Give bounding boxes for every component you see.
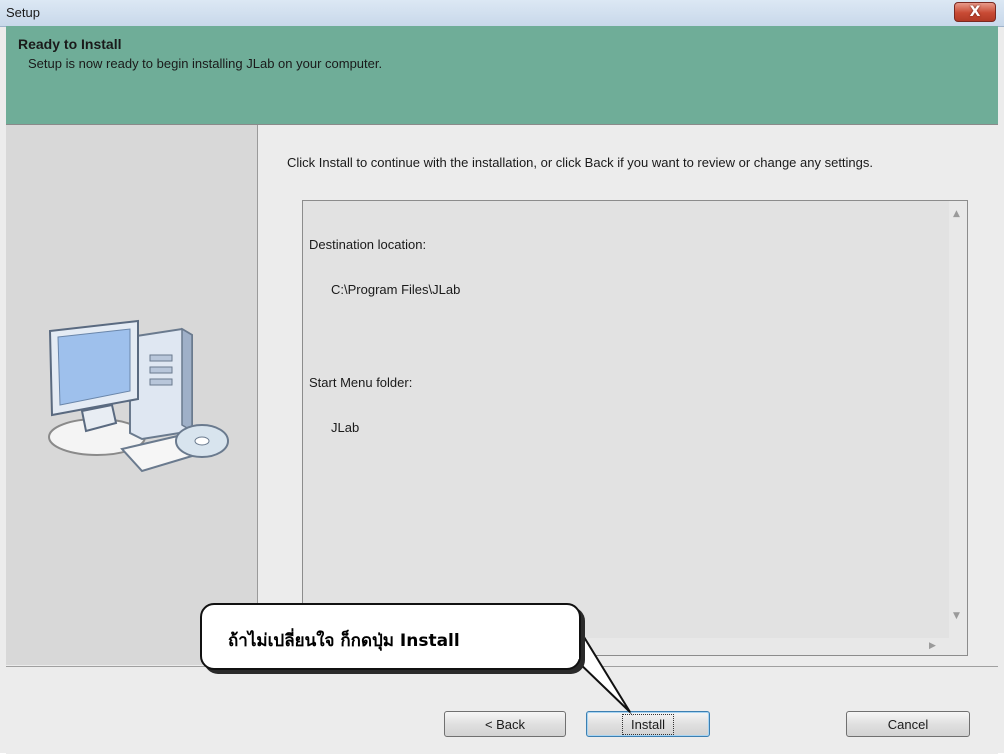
callout-text: ถ้าไม่เปลี่ยนใจ ก็กดปุ่ม Install xyxy=(228,631,460,651)
back-button[interactable]: < Back xyxy=(444,711,566,737)
callout-annotation: ถ้าไม่เปลี่ยนใจ ก็กดปุ่ม Install xyxy=(200,603,581,670)
start-menu-value: JLab xyxy=(331,420,360,435)
vertical-scrollbar[interactable]: ▲ ▼ xyxy=(949,201,967,639)
scroll-up-arrow-icon[interactable]: ▲ xyxy=(953,209,960,219)
scroll-down-arrow-icon[interactable]: ▼ xyxy=(953,611,960,621)
window-title: Setup xyxy=(6,5,40,20)
summary-content: Destination location: C:\Program Files\J… xyxy=(309,207,460,465)
button-bar: < Back Install Cancel xyxy=(6,666,998,754)
title-bar[interactable]: Setup X xyxy=(0,0,1004,27)
back-button-label: < Back xyxy=(484,716,526,732)
cancel-button[interactable]: Cancel xyxy=(846,711,970,737)
close-button[interactable]: X xyxy=(954,2,996,22)
destination-value: C:\Program Files\JLab xyxy=(331,282,461,297)
start-menu-label: Start Menu folder: xyxy=(309,375,413,390)
install-button[interactable]: Install xyxy=(586,711,710,737)
scroll-right-arrow-icon[interactable]: ▶ xyxy=(929,641,936,651)
setup-window: Setup X Ready to Install Setup is now re… xyxy=(0,0,1004,754)
wizard-side-panel xyxy=(6,125,258,665)
cancel-button-label: Cancel xyxy=(887,716,929,732)
summary-memo[interactable]: Destination location: C:\Program Files\J… xyxy=(302,200,968,656)
instruction-text: Click Install to continue with the insta… xyxy=(287,155,874,170)
page-subtitle: Setup is now ready to begin installing J… xyxy=(28,56,383,71)
page-title: Ready to Install xyxy=(18,36,122,52)
install-button-label: Install xyxy=(622,713,674,735)
close-icon: X xyxy=(969,4,981,20)
destination-label: Destination location: xyxy=(309,237,427,252)
scrollbar-corner xyxy=(949,638,967,655)
wizard-header: Ready to Install Setup is now ready to b… xyxy=(6,26,998,125)
computer-setup-icon xyxy=(48,319,229,473)
